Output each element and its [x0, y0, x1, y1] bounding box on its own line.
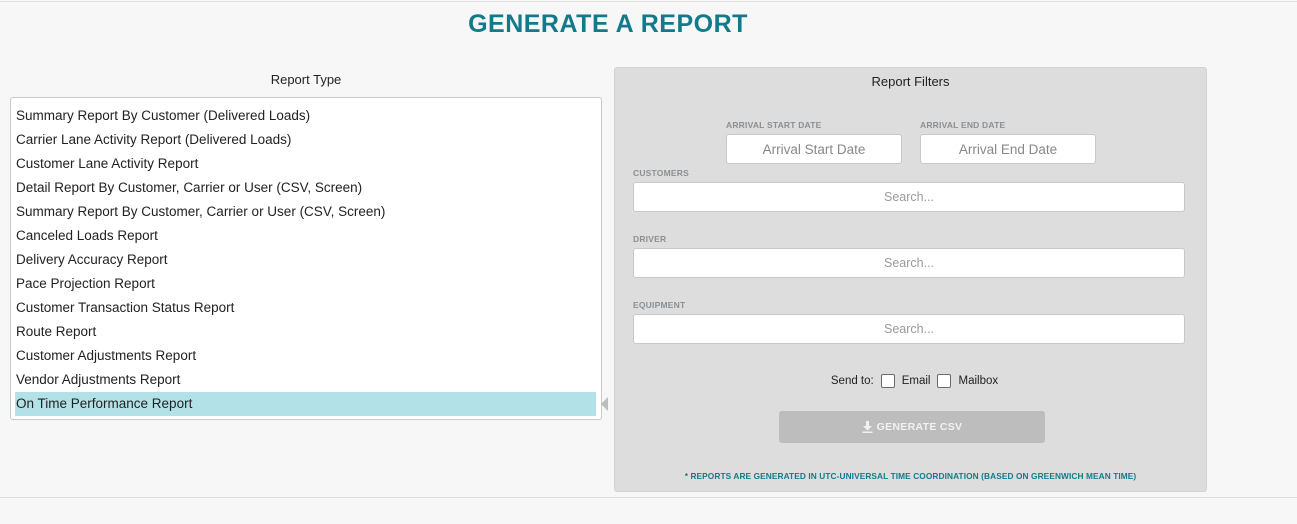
- list-item[interactable]: Summary Report By Customer (Delivered Lo…: [15, 104, 596, 128]
- report-type-label: Report Type: [270, 72, 342, 87]
- list-item[interactable]: Pace Projection Report: [15, 272, 596, 296]
- bottom-divider: [0, 497, 1297, 498]
- list-item[interactable]: Carrier Lane Activity Report (Delivered …: [15, 128, 596, 152]
- mailbox-checkbox[interactable]: [937, 374, 952, 388]
- list-item[interactable]: Route Report: [15, 320, 596, 344]
- report-filters-panel: Report Filters ARRIVAL START DATE ARRIVA…: [614, 67, 1207, 492]
- list-item[interactable]: Customer Adjustments Report: [15, 344, 596, 368]
- report-filters-title: Report Filters: [871, 74, 950, 89]
- download-icon: [862, 421, 873, 433]
- generate-csv-button[interactable]: GENERATE CSV: [779, 411, 1045, 443]
- mailbox-checkbox-label: Mailbox: [958, 375, 999, 387]
- equipment-search-input[interactable]: [633, 314, 1185, 344]
- top-divider: [0, 1, 1297, 2]
- arrival-end-date-label: ARRIVAL END DATE: [920, 120, 1006, 130]
- equipment-label: EQUIPMENT: [633, 300, 686, 310]
- arrival-end-date-input[interactable]: [920, 134, 1096, 164]
- page-title: GENERATE A REPORT: [468, 10, 748, 38]
- list-item[interactable]: Delivery Accuracy Report: [15, 248, 596, 272]
- report-type-list[interactable]: Summary Report By Customer (Delivered Lo…: [10, 97, 602, 420]
- utc-note: * REPORTS ARE GENERATED IN UTC-UNIVERSAL…: [684, 471, 1137, 481]
- driver-label: DRIVER: [633, 234, 667, 244]
- list-item[interactable]: Vendor Adjustments Report: [15, 368, 596, 392]
- caret-left-icon: [601, 397, 608, 411]
- customers-search-input[interactable]: [633, 182, 1185, 212]
- send-to-row: Send to: Email Mailbox: [615, 373, 1206, 389]
- generate-csv-label: GENERATE CSV: [876, 421, 963, 433]
- arrival-start-date-input[interactable]: [726, 134, 902, 164]
- list-item[interactable]: Summary Report By Customer, Carrier or U…: [15, 200, 596, 224]
- list-item[interactable]: Customer Transaction Status Report: [15, 296, 596, 320]
- email-checkbox[interactable]: [880, 374, 895, 388]
- customers-label: CUSTOMERS: [633, 168, 689, 178]
- driver-search-input[interactable]: [633, 248, 1185, 278]
- list-item[interactable]: Detail Report By Customer, Carrier or Us…: [15, 176, 596, 200]
- email-checkbox-label: Email: [901, 375, 931, 387]
- list-item-selected[interactable]: On Time Performance Report: [15, 392, 596, 416]
- list-item[interactable]: Customer Lane Activity Report: [15, 152, 596, 176]
- send-to-label: Send to:: [830, 375, 874, 387]
- arrival-start-date-label: ARRIVAL START DATE: [726, 120, 822, 130]
- list-item[interactable]: Canceled Loads Report: [15, 224, 596, 248]
